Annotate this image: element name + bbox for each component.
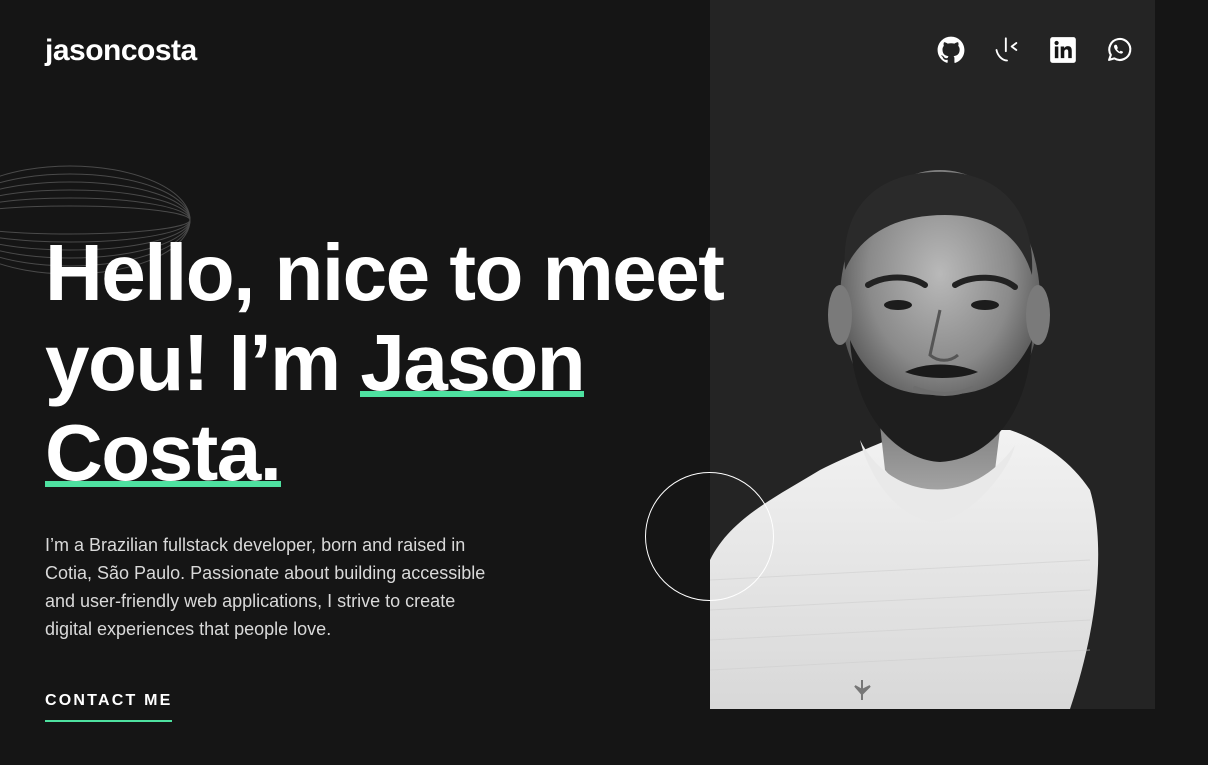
intro-paragraph: I’m a Brazilian fullstack developer, bor… [45,535,486,639]
frontend-mentor-link[interactable] [990,35,1024,65]
whatsapp-link[interactable] [1102,35,1136,65]
decorative-circle [645,472,774,601]
social-links [934,35,1136,65]
hero-name-last: Costa. [45,408,282,497]
page: jasoncosta Hello, nice to meet you! I’m … [0,0,1208,765]
brand-logo[interactable]: jasoncosta [45,34,197,68]
hero-heading: Hello, nice to meet you! I’m Jason Costa… [45,228,825,498]
whatsapp-icon [1108,37,1132,61]
linkedin-icon [1050,37,1076,63]
hero-name-first: Jason [360,318,586,407]
frontend-mentor-icon [995,37,1018,62]
contact-me-link[interactable]: CONTACT ME [45,692,173,722]
github-icon [937,36,965,63]
linkedin-link[interactable] [1046,35,1080,65]
github-link[interactable] [934,35,968,65]
